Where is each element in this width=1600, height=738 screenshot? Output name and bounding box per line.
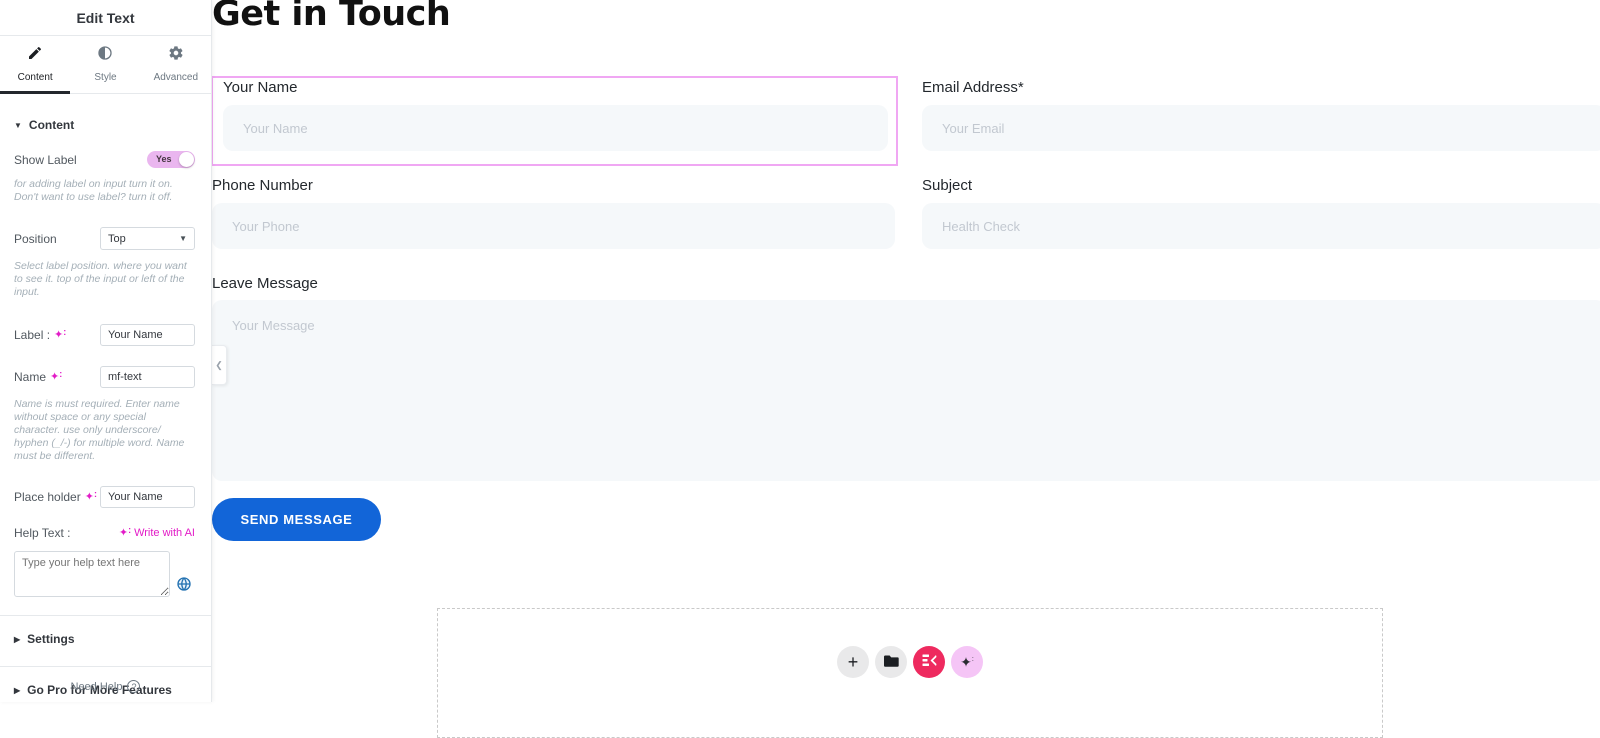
content-section-header[interactable]: ▼ Content (0, 94, 211, 144)
message-field-textarea[interactable] (212, 300, 1600, 481)
folder-icon (884, 654, 899, 670)
subject-field-input[interactable] (922, 203, 1600, 249)
panel-collapse-handle[interactable]: ❮ (212, 345, 227, 385)
show-label-toggle[interactable]: Yes (147, 151, 195, 168)
tab-content[interactable]: Content (0, 36, 70, 93)
elementor-edit-panel: Edit Text Content Style Advanced ▼ Conte… (0, 0, 212, 702)
name-row: Name ✦ (0, 359, 211, 395)
message-field-label: Leave Message (212, 275, 318, 292)
placeholder-input[interactable] (100, 486, 195, 508)
show-label-row: Show Label Yes (0, 144, 211, 175)
label-row: Label : ✦ (0, 317, 211, 353)
send-message-button[interactable]: SEND MESSAGE (212, 498, 381, 541)
elementskit-button[interactable] (913, 646, 945, 678)
editor-canvas: Get in Touch Your Name Email Address* Ph… (212, 0, 1600, 702)
name-field-label: Name ✦ (14, 370, 62, 384)
content-section-title: Content (29, 118, 74, 132)
tab-style-label: Style (94, 72, 116, 83)
write-with-ai-link[interactable]: ✦ Write with AI (119, 527, 195, 539)
panel-title: Edit Text (0, 0, 211, 36)
email-field-label: Email Address* (922, 79, 1024, 96)
settings-title: Settings (27, 632, 74, 646)
name-hint: Name is must required. Enter name withou… (0, 395, 211, 471)
ai-sparkle-icon: ✦: (960, 654, 974, 671)
ai-sparkle-icon[interactable]: ✦ (50, 372, 62, 383)
position-label: Position (14, 232, 57, 246)
need-help-link[interactable]: Need Help ? (0, 680, 211, 693)
settings-section-header[interactable]: ▶ Settings (0, 616, 211, 658)
toggle-knob (179, 152, 194, 167)
chevron-left-icon: ❮ (215, 360, 223, 371)
help-textarea-row (0, 547, 211, 607)
position-value: Top (108, 233, 126, 245)
ai-sparkle-icon[interactable]: ✦ (54, 330, 66, 341)
tab-advanced[interactable]: Advanced (141, 36, 211, 93)
ai-builder-button[interactable]: ✦: (951, 646, 983, 678)
add-template-button[interactable] (875, 646, 907, 678)
elementskit-logo-icon (922, 654, 937, 670)
help-text-label: Help Text : (14, 526, 70, 540)
plus-icon: + (848, 653, 859, 671)
name-input[interactable] (100, 366, 195, 388)
ai-sparkle-icon: ✦ (119, 528, 131, 539)
help-text-textarea[interactable] (14, 551, 170, 597)
ai-sparkle-icon[interactable]: ✦ (85, 492, 97, 503)
phone-field-label: Phone Number (212, 177, 313, 194)
page-title: Get in Touch (212, 0, 450, 34)
empty-section-dropzone[interactable]: + ✦: (437, 608, 1383, 738)
add-section-button[interactable]: + (837, 646, 869, 678)
position-row: Position Top ▼ (0, 220, 211, 257)
label-field-label: Label : ✦ (14, 328, 66, 342)
label-input[interactable] (100, 324, 195, 346)
tab-style[interactable]: Style (70, 36, 140, 93)
chevron-down-icon: ▼ (179, 234, 187, 243)
placeholder-field-label: Place holder ✦ (14, 490, 97, 504)
style-half-circle-icon (70, 45, 140, 63)
globe-icon[interactable] (176, 576, 192, 597)
tab-advanced-label: Advanced (154, 72, 198, 83)
tab-content-label: Content (18, 72, 53, 83)
subject-field-label: Subject (922, 177, 972, 194)
placeholder-row: Place holder ✦ (0, 479, 211, 515)
show-label-hint: for adding label on input turn it on. Do… (0, 175, 211, 212)
name-field-label: Your Name (223, 79, 298, 96)
caret-down-icon: ▼ (14, 121, 22, 130)
name-field-input[interactable] (223, 105, 888, 151)
add-element-buttons: + ✦: (837, 646, 983, 678)
position-select[interactable]: Top ▼ (100, 227, 195, 250)
pencil-icon (0, 45, 70, 63)
toggle-value: Yes (156, 154, 172, 164)
help-text-row: Help Text : ✦ Write with AI (0, 519, 211, 547)
position-hint: Select label position. where you want to… (0, 257, 211, 307)
phone-field-input[interactable] (212, 203, 895, 249)
caret-right-icon: ▶ (14, 635, 20, 644)
question-circle-icon: ? (127, 680, 140, 693)
panel-tabs: Content Style Advanced (0, 36, 211, 94)
email-field-input[interactable] (922, 105, 1600, 151)
gear-icon (141, 45, 211, 63)
show-label-label: Show Label (14, 153, 77, 167)
